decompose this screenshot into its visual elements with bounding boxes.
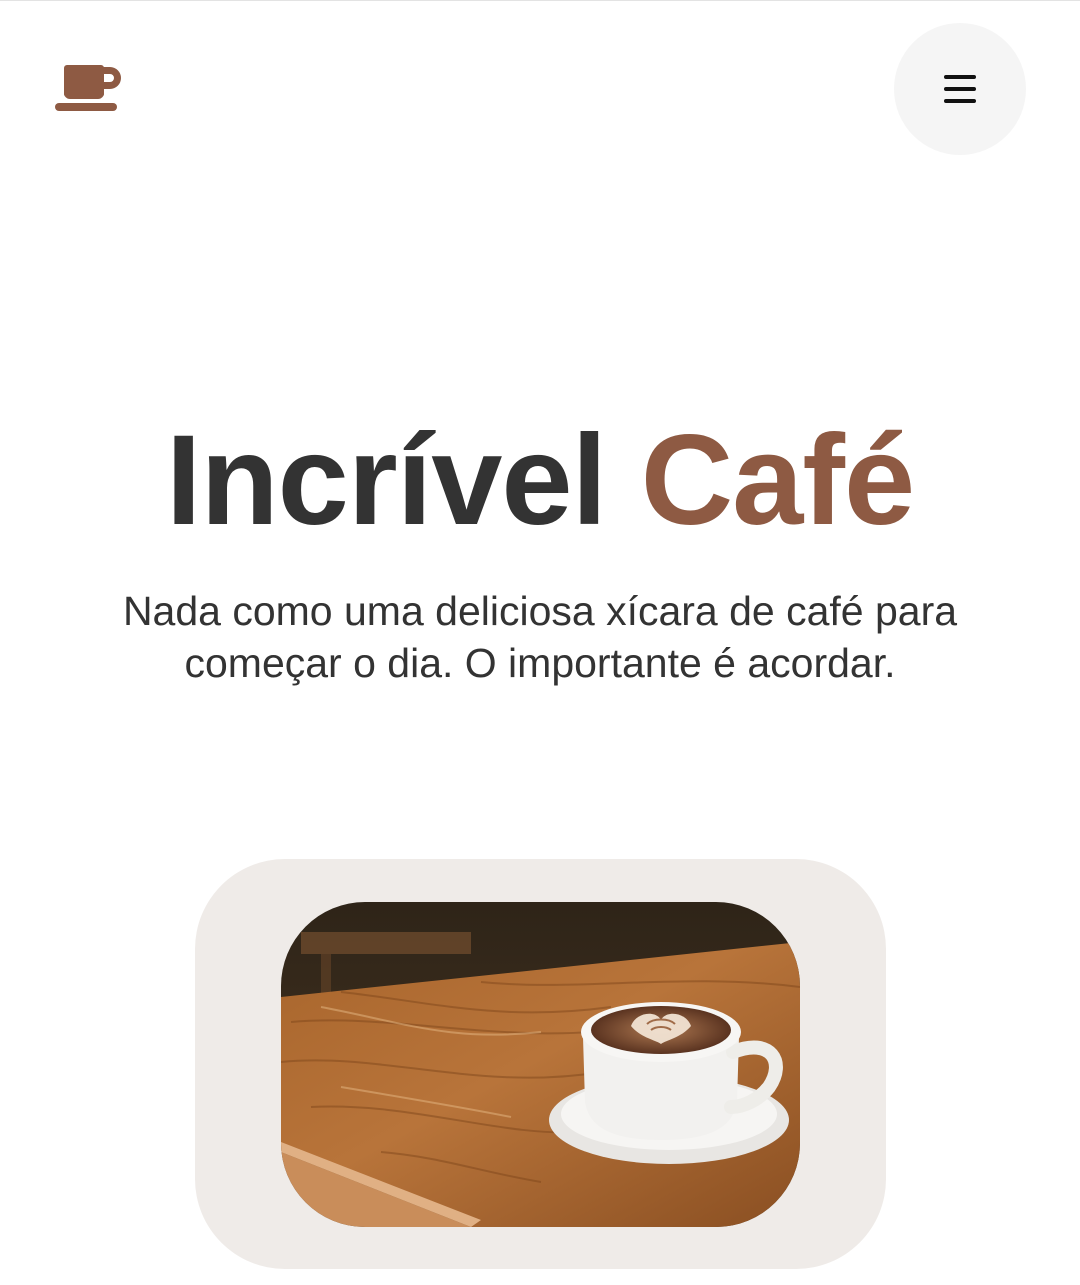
hero-section: Incrível Café Nada como uma deliciosa xí… — [0, 411, 1080, 689]
hero-title-accent: Café — [640, 409, 915, 552]
image-card — [195, 859, 886, 1269]
coffee-cup-logo-icon[interactable] — [54, 61, 124, 115]
hamburger-menu-icon — [944, 75, 976, 103]
menu-button[interactable] — [894, 23, 1026, 155]
coffee-photo — [281, 902, 800, 1227]
hero-title: Incrível Café — [0, 411, 1080, 551]
hero-subtitle: Nada como uma deliciosa xícara de café p… — [122, 588, 958, 686]
hero-title-main: Incrível — [165, 409, 607, 552]
page: Incrível Café Nada como uma deliciosa xí… — [0, 0, 1080, 1285]
